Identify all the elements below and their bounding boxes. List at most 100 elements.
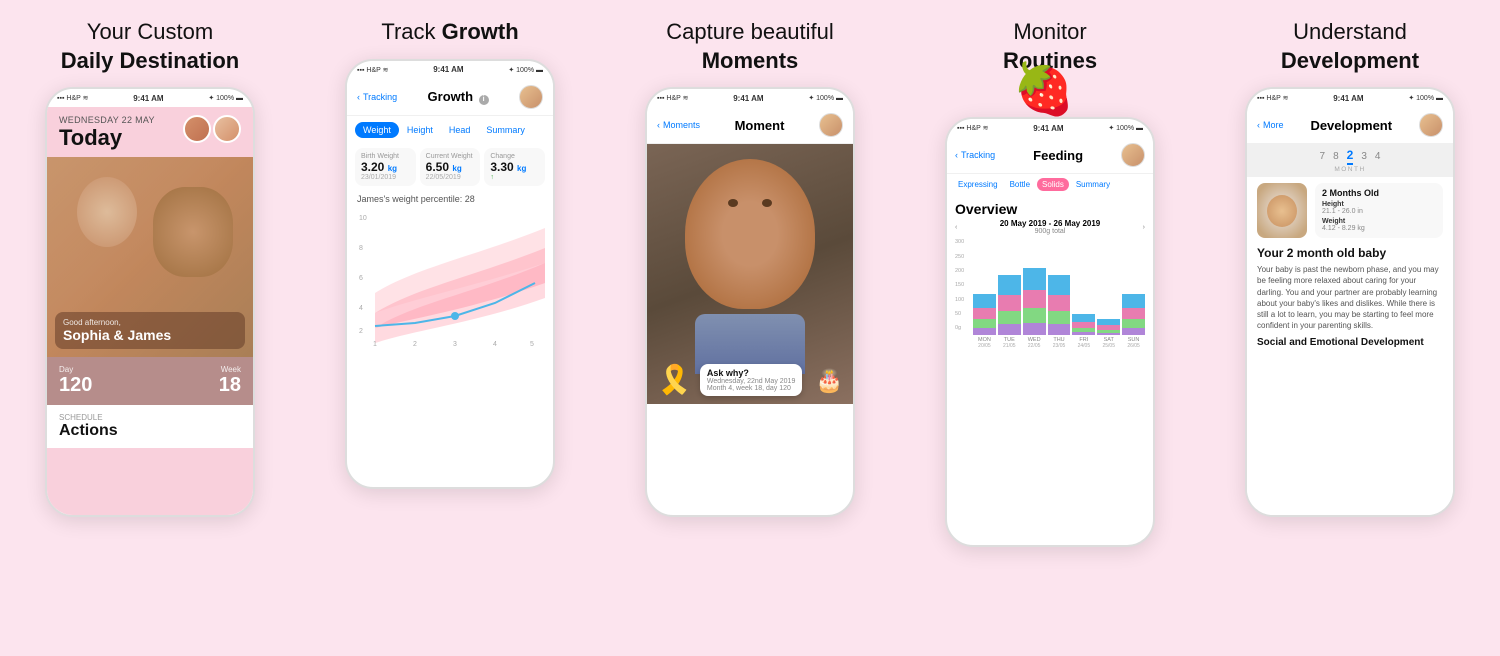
growth-stats-row: Birth Weight 3.20 kg 23/01/2019 Current … xyxy=(347,144,553,190)
chart-prev[interactable]: ‹ xyxy=(955,224,957,231)
month-tab-7[interactable]: 7 xyxy=(1320,151,1326,162)
month-tabs-row: 7 8 2 3 4 MONTH xyxy=(1247,144,1453,177)
section3-title: Capture beautiful Moments xyxy=(666,18,834,75)
baby-smiling-photo xyxy=(1257,183,1307,238)
phone2-nav: ‹ Tracking Growth i xyxy=(347,79,553,116)
chart-date-range: 20 May 2019 - 26 May 2019 xyxy=(1000,219,1101,228)
section1-title: Your Custom Daily Destination xyxy=(61,18,239,75)
status-signal-1: ▪▪▪ H&P ≋ xyxy=(57,94,88,102)
phone3-back-nav[interactable]: ‹ Moments xyxy=(657,120,700,130)
phone4-avatar xyxy=(1121,143,1145,167)
month-label: MONTH xyxy=(1255,166,1445,173)
phone2-mockup: ▪▪▪ H&P ≋ 9:41 AM ✦ 100% ▬ ‹ Tracking Gr… xyxy=(345,59,555,489)
svg-text:2: 2 xyxy=(359,328,363,335)
dev-main-text: Your baby is past the newborn phase, and… xyxy=(1257,264,1443,331)
tab-bottle[interactable]: Bottle xyxy=(1005,178,1035,191)
phone1-today: Today xyxy=(59,125,155,151)
phone2-avatar xyxy=(519,85,543,109)
dev-content: 2 Months Old Height 21.1 - 26.0 in Weigh… xyxy=(1247,177,1453,515)
phone2-tab-row: Weight Height Head Summary xyxy=(347,116,553,144)
status-bar-3: ▪▪▪ H&P ≋ 9:41 AM ✦ 100% ▬ xyxy=(647,89,853,107)
section2-title: Track Growth xyxy=(381,18,518,47)
phone1-body: WEDNESDAY 22 MAY Today xyxy=(47,107,253,515)
svg-text:2: 2 xyxy=(413,341,417,348)
ask-why-detail: Month 4, week 18, day 120 xyxy=(707,385,795,392)
avatar-mom-1 xyxy=(213,115,241,143)
phone2-back-nav[interactable]: ‹ Tracking xyxy=(357,92,397,102)
phone4-nav: ‹ Tracking Feeding xyxy=(947,137,1153,174)
svg-text:8: 8 xyxy=(359,245,363,252)
status-bar-4: ▪▪▪ H&P ≋ 9:41 AM ✦ 100% ▬ xyxy=(947,119,1153,137)
svg-text:5: 5 xyxy=(530,341,534,348)
phone3-screen: ‹ Moments Moment 🎗️ xyxy=(647,107,853,515)
feeding-bar-chart: 300 250 200 150 100 50 0g xyxy=(955,239,1145,349)
bar-sat: SAT 25/05 xyxy=(1097,315,1120,349)
y-axis: 300 250 200 150 100 50 0g xyxy=(955,239,964,331)
phone1-mockup: ▪▪▪ H&P ≋ 9:41 AM ✦ 100% ▬ WEDNESDAY 22 … xyxy=(45,87,255,517)
svg-text:1: 1 xyxy=(373,341,377,348)
phone3-baby-photo: 🎗️ Ask why? Wednesday, 22nd May 2019 Mon… xyxy=(647,144,853,404)
section-track-growth: Track Growth ▪▪▪ H&P ≋ 9:41 AM ✦ 100% ▬ … xyxy=(300,0,600,656)
bar-sun: SUN 26/05 xyxy=(1122,287,1145,349)
bar-mon: MON 20/05 xyxy=(973,280,996,349)
tab-height[interactable]: Height xyxy=(399,122,441,138)
section5-title: Understand Development xyxy=(1281,18,1419,75)
phone3-nav: ‹ Moments Moment xyxy=(647,107,853,144)
svg-text:4: 4 xyxy=(359,305,363,312)
avatar-overlay-1 xyxy=(183,115,241,143)
birth-weight-card: Birth Weight 3.20 kg 23/01/2019 xyxy=(355,148,416,186)
chart-area-feeding: Overview ‹ 20 May 2019 - 26 May 2019 900… xyxy=(947,195,1153,355)
phone3-nav-title: Moment xyxy=(700,118,819,133)
status-bar-2: ▪▪▪ H&P ≋ 9:41 AM ✦ 100% ▬ xyxy=(347,61,553,79)
bar-wed: WED 22/05 xyxy=(1023,257,1046,349)
phone1-stats-row: Day 120 Week 18 xyxy=(47,357,253,405)
phone5-screen: ‹ More Development 7 8 2 3 4 MONTH xyxy=(1247,107,1453,515)
svg-text:6: 6 xyxy=(359,275,363,282)
section-monitor-routines: 🍓 Monitor Routines ▪▪▪ H&P ≋ 9:41 AM ✦ 1… xyxy=(900,0,1200,656)
dev-main-title: Your 2 month old baby xyxy=(1257,246,1443,260)
chart-total: 900g total xyxy=(1000,228,1101,235)
ask-why-date: Wednesday, 22nd May 2019 xyxy=(707,378,795,385)
phone4-mockup: ▪▪▪ H&P ≋ 9:41 AM ✦ 100% ▬ ‹ Tracking Fe… xyxy=(945,117,1155,547)
phone5-mockup: ▪▪▪ H&P ≋ 9:41 AM ✦ 100% ▬ ‹ More Develo… xyxy=(1245,87,1455,517)
tab-expressing[interactable]: Expressing xyxy=(953,178,1003,191)
dev-section-title: Social and Emotional Development xyxy=(1257,337,1443,348)
month-tab-4[interactable]: 4 xyxy=(1375,151,1381,162)
section-daily-destination: Your Custom Daily Destination ▪▪▪ H&P ≋ … xyxy=(0,0,300,656)
tab-feeding-summary[interactable]: Summary xyxy=(1071,178,1115,191)
phone2-screen: ‹ Tracking Growth i Weight Height Head S… xyxy=(347,79,553,487)
status-bar-1: ▪▪▪ H&P ≋ 9:41 AM ✦ 100% ▬ xyxy=(47,89,253,107)
tab-head[interactable]: Head xyxy=(441,122,479,138)
info-icon-growth[interactable]: i xyxy=(479,95,489,105)
month-tab-8[interactable]: 8 xyxy=(1333,151,1339,162)
phone1-screen: WEDNESDAY 22 MAY Today xyxy=(47,107,253,515)
phone1-header: WEDNESDAY 22 MAY Today xyxy=(47,107,253,157)
phone1-hero-image: Good afternoon, Sophia & James xyxy=(47,157,253,357)
phone1-greeting-small: Good afternoon, xyxy=(63,318,237,327)
growth-percentile: James's weight percentile: 28 xyxy=(347,190,553,208)
overview-title: Overview xyxy=(955,201,1017,217)
phone1-greeting-box: Good afternoon, Sophia & James xyxy=(55,312,245,349)
status-bar-5: ▪▪▪ H&P ≋ 9:41 AM ✦ 100% ▬ xyxy=(1247,89,1453,107)
section-understand-development: Understand Development ▪▪▪ H&P ≋ 9:41 AM… xyxy=(1200,0,1500,656)
tab-weight[interactable]: Weight xyxy=(355,122,399,138)
phone1-week-stat: Week 18 xyxy=(219,365,241,397)
svg-text:10: 10 xyxy=(359,215,367,222)
change-card: Change 3.30 kg ↑ xyxy=(484,148,545,186)
tab-summary[interactable]: Summary xyxy=(478,122,533,138)
phone5-back-nav[interactable]: ‹ More xyxy=(1257,120,1284,130)
phone3-avatar xyxy=(819,113,843,137)
month-tab-3[interactable]: 3 xyxy=(1361,151,1367,162)
phone4-back-nav[interactable]: ‹ Tracking xyxy=(955,150,995,160)
ask-why-title: Ask why? xyxy=(707,368,795,378)
bar-fri: FRI 24/05 xyxy=(1072,307,1095,349)
section4-title: Monitor Routines xyxy=(1003,18,1097,75)
chart-next[interactable]: › xyxy=(1143,224,1145,231)
phone5-nav: ‹ More Development xyxy=(1247,107,1453,144)
phone4-nav-title: Feeding xyxy=(995,148,1121,163)
month-tab-2-active[interactable]: 2 xyxy=(1347,148,1354,165)
phone4-screen: ‹ Tracking Feeding Expressing Bottle Sol… xyxy=(947,137,1153,545)
phone5-avatar xyxy=(1419,113,1443,137)
phone4-tab-row: Expressing Bottle Solids Summary xyxy=(947,174,1153,195)
tab-solids[interactable]: Solids xyxy=(1037,178,1069,191)
